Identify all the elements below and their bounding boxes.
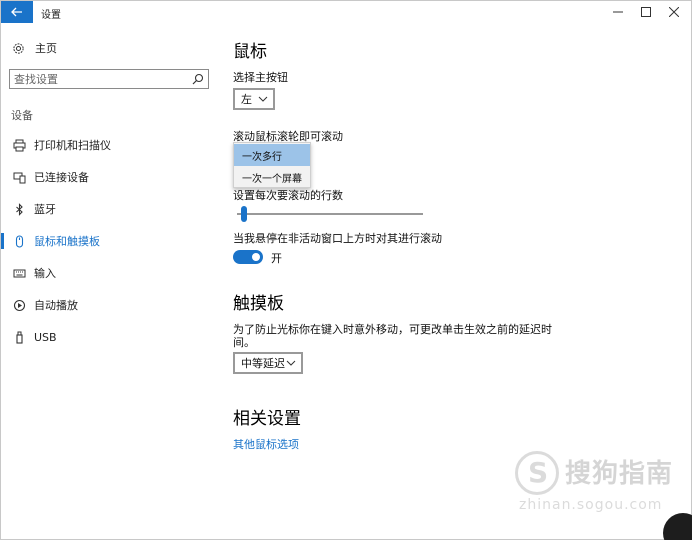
section-title-related-settings: 相关设置 bbox=[233, 409, 301, 429]
primary-button-label: 选择主按钮 bbox=[233, 71, 288, 84]
scroll-option-multiple-lines[interactable]: 一次多行 bbox=[234, 144, 310, 166]
sidebar-item-label: 鼠标和触摸板 bbox=[34, 235, 100, 248]
sidebar-item-label: 已连接设备 bbox=[34, 171, 89, 184]
sidebar-item-mouse-touchpad[interactable]: 鼠标和触摸板 bbox=[1, 229, 219, 253]
title-bar: 设置 bbox=[1, 1, 691, 23]
maximize-icon bbox=[641, 7, 651, 17]
sidebar-item-label: 蓝牙 bbox=[34, 203, 56, 216]
back-arrow-icon bbox=[11, 7, 22, 17]
devices-icon bbox=[12, 170, 26, 184]
page-title-mouse: 鼠标 bbox=[233, 42, 267, 62]
watermark-subtext: zhinan.sogou.com bbox=[519, 497, 663, 513]
search-box[interactable] bbox=[9, 69, 209, 89]
sidebar-item-label: USB bbox=[34, 330, 57, 344]
additional-mouse-options-link[interactable]: 其他鼠标选项 bbox=[233, 436, 299, 452]
sidebar-item-label: 自动播放 bbox=[34, 299, 78, 312]
toggle-knob bbox=[252, 253, 260, 261]
window-title: 设置 bbox=[41, 10, 61, 21]
sidebar-item-bluetooth[interactable]: 蓝牙 bbox=[1, 197, 219, 221]
search-input[interactable] bbox=[14, 72, 184, 86]
printer-icon bbox=[12, 138, 26, 152]
autoplay-icon bbox=[12, 298, 26, 312]
chevron-down-icon bbox=[286, 360, 296, 366]
sidebar: 主页 设备 打印机和扫描仪 已连接设备 蓝牙 bbox=[1, 23, 219, 539]
nav-home[interactable]: 主页 bbox=[11, 40, 57, 56]
sidebar-item-autoplay[interactable]: 自动播放 bbox=[1, 293, 219, 317]
touchpad-description-line2: 间。 bbox=[233, 336, 255, 349]
lines-to-scroll-label: 设置每次要滚动的行数 bbox=[233, 189, 343, 202]
sidebar-item-usb[interactable]: USB bbox=[1, 325, 219, 349]
touchpad-description-line1: 为了防止光标你在键入时意外移动，可更改单击生效之前的延迟时 bbox=[233, 323, 552, 336]
inactive-scroll-state: 开 bbox=[271, 252, 282, 265]
mouse-icon bbox=[12, 234, 26, 248]
bluetooth-icon bbox=[12, 202, 26, 216]
sidebar-item-connected-devices[interactable]: 已连接设备 bbox=[1, 165, 219, 189]
touchpad-delay-value: 中等延迟 bbox=[241, 357, 285, 370]
inactive-scroll-label: 当我悬停在非活动窗口上方时对其进行滚动 bbox=[233, 232, 442, 245]
primary-button-dropdown[interactable]: 左 bbox=[233, 88, 275, 110]
lines-slider-track[interactable] bbox=[237, 213, 423, 215]
watermark: S 搜狗指南 zhinan.sogou.com bbox=[511, 449, 681, 519]
scroll-mode-dropdown-popup: 一次多行 一次一个屏幕 bbox=[233, 142, 311, 188]
close-button[interactable] bbox=[657, 1, 691, 23]
section-title-touchpad: 触摸板 bbox=[233, 294, 284, 314]
scroll-option-one-screen[interactable]: 一次一个屏幕 bbox=[234, 166, 310, 188]
sidebar-item-label: 输入 bbox=[34, 267, 56, 280]
settings-window: 设置 主页 设备 打 bbox=[0, 0, 692, 540]
section-label-devices: 设备 bbox=[11, 109, 33, 122]
usb-icon bbox=[12, 330, 26, 344]
search-icon[interactable] bbox=[192, 73, 204, 85]
gear-icon bbox=[11, 41, 25, 55]
watermark-text: 搜狗指南 bbox=[565, 459, 674, 489]
keyboard-icon bbox=[12, 266, 26, 280]
back-button[interactable] bbox=[1, 1, 33, 23]
minimize-icon bbox=[613, 11, 623, 13]
sidebar-item-label: 打印机和扫描仪 bbox=[34, 139, 111, 152]
sidebar-item-printers[interactable]: 打印机和扫描仪 bbox=[1, 133, 219, 157]
primary-button-value: 左 bbox=[241, 93, 252, 106]
active-indicator bbox=[1, 233, 4, 249]
chevron-down-icon bbox=[258, 96, 268, 102]
inactive-scroll-toggle[interactable] bbox=[233, 250, 263, 264]
lines-slider-thumb[interactable] bbox=[240, 206, 247, 222]
close-icon bbox=[669, 7, 679, 17]
sidebar-item-typing[interactable]: 输入 bbox=[1, 261, 219, 285]
watermark-logo-glyph: S bbox=[528, 456, 549, 489]
touchpad-delay-dropdown[interactable]: 中等延迟 bbox=[233, 352, 303, 374]
watermark-logo: S bbox=[515, 451, 559, 495]
nav-home-label: 主页 bbox=[35, 42, 57, 55]
